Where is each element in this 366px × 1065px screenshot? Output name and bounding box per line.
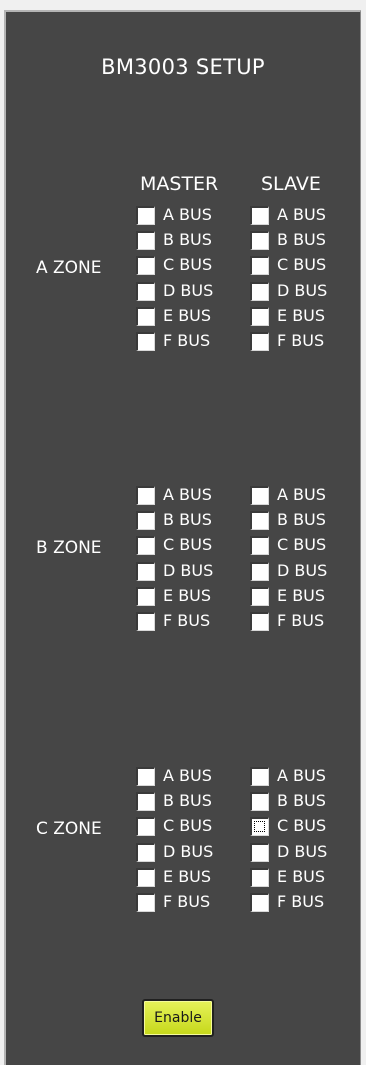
bus-label: D BUS xyxy=(163,280,214,300)
bus-label: F BUS xyxy=(277,892,325,911)
slave-bus-checkbox[interactable] xyxy=(250,281,269,301)
setup-panel: BM3003 SETUP MASTER SLAVE A ZONE A BUS B B… xyxy=(4,10,361,1065)
bus-label: A BUS xyxy=(277,205,326,224)
bus-label: B BUS xyxy=(277,510,326,530)
slave-bus-checkbox[interactable] xyxy=(250,536,269,556)
master-bus-checkbox[interactable] xyxy=(136,281,155,301)
slave-column-header: SLAVE xyxy=(261,173,321,195)
bus-label: C BUS xyxy=(277,255,327,275)
slave-bus-checkbox[interactable] xyxy=(250,893,269,912)
bus-label: F BUS xyxy=(277,331,325,350)
bus-label: F BUS xyxy=(163,331,211,350)
slave-bus-checkbox[interactable] xyxy=(250,561,269,581)
panel-title: BM3003 SETUP xyxy=(101,55,265,79)
master-bus-checkbox[interactable] xyxy=(136,511,155,531)
master-bus-checkbox[interactable] xyxy=(136,817,155,837)
bus-label: E BUS xyxy=(163,305,212,325)
slave-bus-checkbox[interactable] xyxy=(250,486,269,505)
bus-label: C BUS xyxy=(163,816,213,836)
master-bus-checkbox[interactable] xyxy=(136,306,155,326)
master-bus-checkbox[interactable] xyxy=(136,792,155,812)
slave-bus-checkbox[interactable] xyxy=(250,256,269,276)
slave-bus-checkbox[interactable] xyxy=(250,867,269,887)
bus-label: E BUS xyxy=(163,866,212,886)
slave-bus-checkbox[interactable] xyxy=(250,817,269,837)
bus-label: F BUS xyxy=(163,611,211,630)
master-bus-checkbox[interactable] xyxy=(136,256,155,276)
slave-bus-checkbox[interactable] xyxy=(250,332,269,351)
bus-label: E BUS xyxy=(277,866,326,886)
bus-label: D BUS xyxy=(277,841,328,861)
bus-label: F BUS xyxy=(163,892,211,911)
slave-bus-checkbox[interactable] xyxy=(250,612,269,631)
bus-label: A BUS xyxy=(163,485,212,504)
master-bus-checkbox[interactable] xyxy=(136,893,155,912)
zone-label: C ZONE xyxy=(36,819,102,839)
bus-label: A BUS xyxy=(163,205,212,224)
master-bus-checkbox[interactable] xyxy=(136,767,155,786)
master-bus-checkbox[interactable] xyxy=(136,206,155,225)
bus-label: D BUS xyxy=(163,560,214,580)
bus-label: B BUS xyxy=(163,791,212,811)
bus-label: F BUS xyxy=(277,611,325,630)
slave-bus-checkbox[interactable] xyxy=(250,767,269,786)
master-bus-checkbox[interactable] xyxy=(136,231,155,251)
master-bus-checkbox[interactable] xyxy=(136,612,155,631)
master-bus-checkbox[interactable] xyxy=(136,586,155,606)
zone-label: A ZONE xyxy=(36,258,102,278)
master-bus-checkbox[interactable] xyxy=(136,842,155,862)
bus-label: D BUS xyxy=(277,280,328,300)
bus-label: C BUS xyxy=(277,816,327,836)
bus-label: B BUS xyxy=(277,230,326,250)
bus-label: B BUS xyxy=(163,510,212,530)
master-bus-checkbox[interactable] xyxy=(136,561,155,581)
master-column-header: MASTER xyxy=(140,173,219,195)
bus-label: E BUS xyxy=(163,585,212,605)
master-bus-checkbox[interactable] xyxy=(136,332,155,351)
slave-bus-checkbox[interactable] xyxy=(250,306,269,326)
bus-label: A BUS xyxy=(277,766,326,785)
slave-bus-checkbox[interactable] xyxy=(250,586,269,606)
master-bus-checkbox[interactable] xyxy=(136,486,155,505)
slave-bus-checkbox[interactable] xyxy=(250,511,269,531)
bus-label: C BUS xyxy=(163,535,213,555)
bus-label: C BUS xyxy=(163,255,213,275)
zone-label: B ZONE xyxy=(36,538,102,558)
bus-label: D BUS xyxy=(277,560,328,580)
bus-label: E BUS xyxy=(277,585,326,605)
bus-label: B BUS xyxy=(163,230,212,250)
bus-label: A BUS xyxy=(163,766,212,785)
bus-label: B BUS xyxy=(277,791,326,811)
bus-label: D BUS xyxy=(163,841,214,861)
master-bus-checkbox[interactable] xyxy=(136,536,155,556)
bus-label: A BUS xyxy=(277,485,326,504)
slave-bus-checkbox[interactable] xyxy=(250,842,269,862)
slave-bus-checkbox[interactable] xyxy=(250,792,269,812)
bus-label: E BUS xyxy=(277,305,326,325)
enable-button[interactable]: Enable xyxy=(142,999,214,1037)
slave-bus-checkbox[interactable] xyxy=(250,231,269,251)
slave-bus-checkbox[interactable] xyxy=(250,206,269,225)
bus-label: C BUS xyxy=(277,535,327,555)
master-bus-checkbox[interactable] xyxy=(136,867,155,887)
